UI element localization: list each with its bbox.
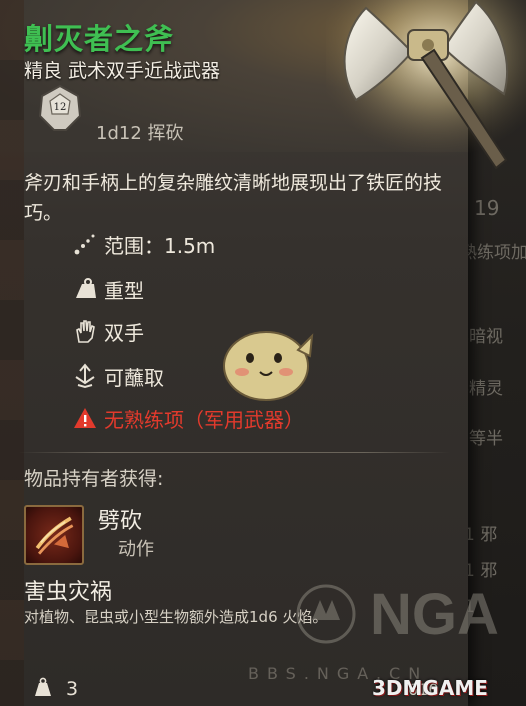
property-label: 无熟练项（军用武器） [104, 407, 304, 432]
nga-watermark: NGA [296, 582, 499, 647]
die-label: 12 [54, 102, 67, 113]
hand-icon [76, 320, 95, 343]
property-label: 双手 [104, 320, 144, 345]
ghost-text: 19 [474, 196, 500, 220]
heavy-icon [76, 278, 96, 298]
ability-name: 劈砍 [98, 509, 143, 534]
property-heavy: 重型 [72, 275, 144, 303]
cleave-ability-icon[interactable] [24, 505, 84, 565]
ghost-text: 熟练项加 [460, 243, 526, 263]
damage-text: 1d12 挥砍 [96, 123, 184, 144]
ability-type: 动作 [118, 539, 154, 560]
axe-artwork [326, 0, 526, 175]
background-edge [0, 0, 24, 706]
property-dippable: 可蘸取 [72, 362, 164, 390]
property-range: 范围：1.5m [72, 230, 215, 258]
owner-gain-heading: 物品持有者获得: [24, 468, 164, 490]
weight-value: 3 [66, 678, 79, 700]
dippable-icon [75, 363, 95, 389]
item-name: 劓灭者之斧 [24, 22, 175, 56]
item-description: 斧刃和手柄上的复杂雕纹清晰地展现出了铁匠的技巧。 [24, 172, 443, 224]
3dm-logo: 3DMGAME [372, 676, 488, 700]
property-label: 范围：1.5m [104, 233, 216, 258]
property-label: 可蘸取 [104, 365, 164, 390]
warning-icon [74, 408, 96, 428]
d12-die-icon: 12 [38, 84, 82, 131]
passive-name: 害虫灾祸 [24, 580, 113, 605]
property-label: 重型 [104, 278, 144, 303]
range-icon [74, 234, 95, 255]
mascot-sticker [223, 331, 314, 401]
item-rarity-type: 精良 武术双手近战武器 [24, 60, 221, 82]
property-no-proficiency: 无熟练项（军用武器） [72, 404, 304, 432]
section-divider [18, 452, 450, 453]
watermark-brand: NGA [370, 582, 499, 647]
property-two-handed: 双手 [72, 317, 144, 345]
passive-description: 对植物、昆虫或小型生物额外造成1d6 火焰。 [24, 608, 328, 626]
weight-icon [35, 677, 51, 696]
